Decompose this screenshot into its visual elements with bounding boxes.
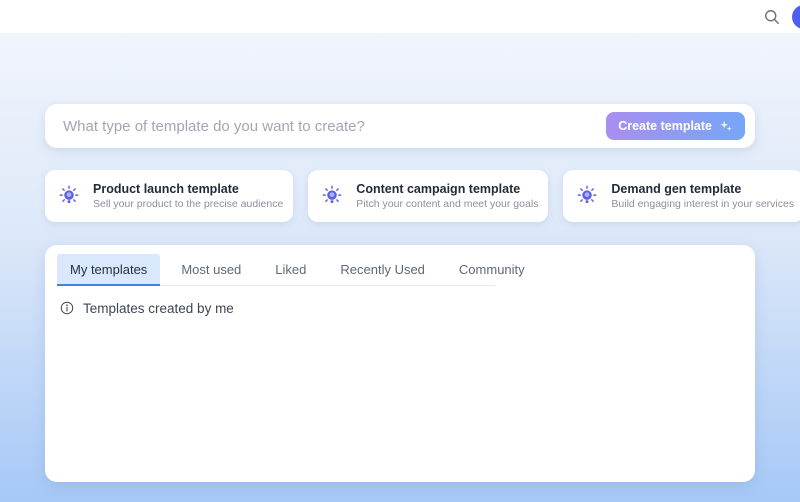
card-demand-gen-template[interactable]: Demand gen template Build engaging inter… xyxy=(563,170,800,222)
template-prompt-input[interactable] xyxy=(45,118,606,135)
tab-recently-used[interactable]: Recently Used xyxy=(327,254,438,286)
lightbulb-icon xyxy=(576,185,598,207)
card-subtitle: Sell your product to the precise audienc… xyxy=(93,198,283,210)
empty-state-row: Templates created by me xyxy=(59,300,755,316)
template-creation-page: Create template xyxy=(0,0,800,502)
main-content: Create template xyxy=(0,33,800,502)
card-text: Product launch template Sell your produc… xyxy=(93,182,283,210)
lightbulb-icon xyxy=(321,185,343,207)
template-suggestions: Product launch template Sell your produc… xyxy=(45,170,755,222)
empty-state-message: Templates created by me xyxy=(83,301,234,316)
card-title: Product launch template xyxy=(93,182,283,196)
card-subtitle: Pitch your content and meet your goals xyxy=(356,198,538,210)
tab-most-used[interactable]: Most used xyxy=(168,254,254,286)
top-header xyxy=(0,0,800,33)
templates-panel: My templates Most used Liked Recently Us… xyxy=(45,245,755,482)
info-icon xyxy=(59,300,75,316)
card-text: Demand gen template Build engaging inter… xyxy=(611,182,794,210)
card-content-campaign-template[interactable]: Content campaign template Pitch your con… xyxy=(308,170,548,222)
card-title: Content campaign template xyxy=(356,182,538,196)
search-icon[interactable] xyxy=(762,7,782,27)
user-avatar[interactable] xyxy=(792,5,800,29)
templates-tab-bar: My templates Most used Liked Recently Us… xyxy=(57,254,495,286)
lightbulb-icon xyxy=(58,185,80,207)
sparkles-icon xyxy=(719,119,733,133)
create-template-label: Create template xyxy=(618,119,712,133)
card-title: Demand gen template xyxy=(611,182,794,196)
create-template-button[interactable]: Create template xyxy=(606,112,745,140)
template-prompt-bar: Create template xyxy=(45,104,755,148)
tab-community[interactable]: Community xyxy=(446,254,538,286)
card-product-launch-template[interactable]: Product launch template Sell your produc… xyxy=(45,170,293,222)
card-subtitle: Build engaging interest in your services xyxy=(611,198,794,210)
tab-my-templates[interactable]: My templates xyxy=(57,254,160,286)
card-text: Content campaign template Pitch your con… xyxy=(356,182,538,210)
tab-liked[interactable]: Liked xyxy=(262,254,319,286)
